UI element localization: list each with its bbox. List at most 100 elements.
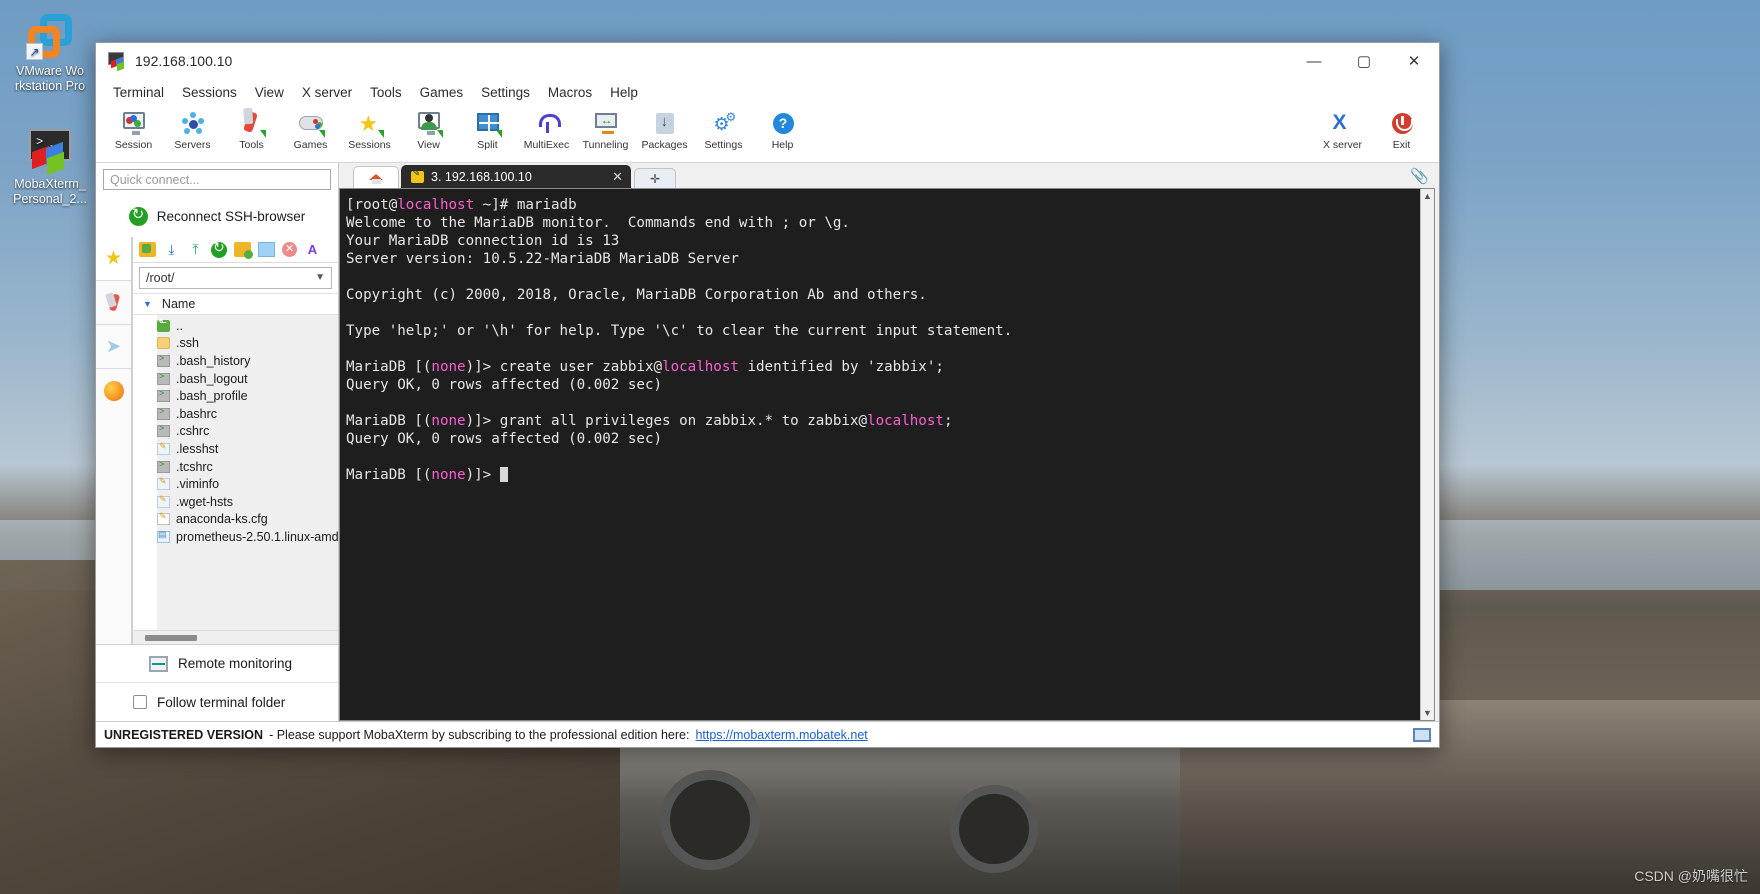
scrollbar-thumb[interactable] bbox=[145, 634, 197, 641]
menu-sessions[interactable]: Sessions bbox=[173, 83, 246, 102]
reconnect-ssh-browser-button[interactable]: Reconnect SSH-browser bbox=[96, 195, 338, 237]
list-item[interactable]: .lesshst bbox=[133, 440, 338, 458]
menu-x-server[interactable]: X server bbox=[293, 83, 361, 102]
folder-up-icon[interactable] bbox=[139, 242, 156, 257]
toolbar-x-server-button[interactable]: X X server bbox=[1313, 107, 1372, 152]
toolbar-packages-button[interactable]: Packages bbox=[635, 107, 694, 151]
toolbar-games-button[interactable]: Games bbox=[281, 107, 340, 151]
list-item[interactable]: .tcshrc bbox=[133, 458, 338, 476]
terminal-tab-active[interactable]: 3. 192.168.100.10 ✕ bbox=[401, 165, 631, 188]
delete-icon[interactable]: ✕ bbox=[282, 242, 297, 257]
menubar: Terminal Sessions View X server Tools Ga… bbox=[96, 79, 1439, 105]
list-item[interactable]: .bash_history bbox=[133, 352, 338, 370]
list-item[interactable]: anaconda-ks.cfg bbox=[133, 511, 338, 529]
file-list-hscrollbar[interactable] bbox=[133, 630, 338, 644]
sort-arrow-icon[interactable]: ▼ bbox=[143, 299, 152, 309]
file-name: .ssh bbox=[176, 336, 199, 351]
file-list[interactable]: .. .ssh .bash_history .bash_logout bbox=[133, 315, 338, 630]
sidebar-tab-tools[interactable] bbox=[96, 281, 131, 325]
chevron-down-icon[interactable]: ▼ bbox=[315, 272, 325, 283]
toolbar-session-button[interactable]: Session bbox=[104, 107, 163, 151]
list-item[interactable]: .ssh bbox=[133, 335, 338, 353]
terminal-line: Welcome to the MariaDB monitor. Commands… bbox=[346, 214, 1420, 232]
toolbar-label: Games bbox=[293, 139, 328, 151]
menu-macros[interactable]: Macros bbox=[539, 83, 601, 102]
home-tab[interactable] bbox=[353, 166, 399, 188]
upload-icon[interactable]: ⤒ bbox=[187, 242, 204, 257]
scroll-down-icon[interactable]: ▼ bbox=[1423, 708, 1432, 718]
desktop-icon-vmware[interactable]: ↗ VMware Wo rkstation Pro bbox=[4, 12, 96, 94]
new-file-icon[interactable] bbox=[258, 242, 275, 257]
toolbar-split-button[interactable]: Split bbox=[458, 107, 517, 151]
terminal-text: [root@ bbox=[346, 197, 398, 213]
list-item[interactable]: .bash_logout bbox=[133, 370, 338, 388]
toolbar-multiexec-button[interactable]: MultiExec bbox=[517, 107, 576, 151]
toolbar-settings-button[interactable]: ⚙ ⚙ Settings bbox=[694, 107, 753, 151]
refresh-icon[interactable] bbox=[211, 239, 227, 258]
follow-terminal-folder-label: Follow terminal folder bbox=[157, 694, 286, 710]
toolbar-exit-button[interactable]: Exit bbox=[1372, 107, 1431, 151]
list-item[interactable]: .bash_profile bbox=[133, 387, 338, 405]
terminal-scrollbar[interactable]: ▲ ▼ bbox=[1420, 189, 1434, 720]
list-item[interactable]: .bashrc bbox=[133, 405, 338, 423]
file-name: .cshrc bbox=[176, 424, 210, 439]
menu-help[interactable]: Help bbox=[601, 83, 647, 102]
terminal-highlight: none bbox=[431, 413, 466, 429]
attachment-icon[interactable]: 📎 bbox=[1410, 167, 1429, 185]
column-header-name[interactable]: Name bbox=[162, 297, 195, 311]
toolbar-tunneling-button[interactable]: Tunneling bbox=[576, 107, 635, 151]
close-button[interactable]: ✕ bbox=[1389, 43, 1439, 79]
toolbar-label: Help bbox=[771, 139, 794, 151]
list-item[interactable]: .viminfo bbox=[133, 475, 338, 493]
sidebar-tab-globe[interactable] bbox=[96, 369, 131, 413]
terminal-output[interactable]: [root@localhost ~]# mariadb Welcome to th… bbox=[340, 189, 1420, 720]
terminal-line: Server version: 10.5.22-MariaDB MariaDB … bbox=[346, 250, 1420, 268]
toolbar-help-button[interactable]: ? Help bbox=[753, 107, 812, 151]
display-status-icon[interactable] bbox=[1413, 727, 1431, 742]
toolbar-sessions-button[interactable]: ★ Sessions bbox=[340, 107, 399, 152]
mobaxterm-link[interactable]: https://mobaxterm.mobatek.net bbox=[695, 728, 867, 742]
follow-terminal-folder-row[interactable]: Follow terminal folder bbox=[96, 683, 338, 721]
menu-settings[interactable]: Settings bbox=[472, 83, 539, 102]
close-icon[interactable]: ✕ bbox=[612, 169, 623, 185]
menu-view[interactable]: View bbox=[246, 83, 293, 102]
list-item[interactable]: .wget-hsts bbox=[133, 493, 338, 511]
new-tab-button[interactable]: ✛ bbox=[634, 168, 676, 188]
desktop-icon-mobaxterm[interactable]: MobaXterm_ Personal_2... bbox=[4, 125, 96, 207]
scrollbar-track[interactable] bbox=[1421, 201, 1434, 708]
font-icon[interactable]: A bbox=[304, 242, 321, 257]
tab-strip: 3. 192.168.100.10 ✕ ✛ 📎 bbox=[339, 163, 1439, 188]
follow-terminal-folder-checkbox[interactable] bbox=[133, 695, 147, 709]
terminal-area: 3. 192.168.100.10 ✕ ✛ 📎 [root@localhost … bbox=[339, 163, 1439, 721]
folder-up-icon bbox=[157, 316, 170, 332]
list-item[interactable]: prometheus-2.50.1.linux-amd64 bbox=[133, 528, 338, 546]
menu-games[interactable]: Games bbox=[411, 83, 473, 102]
minimize-button[interactable]: — bbox=[1289, 43, 1339, 79]
script-file-icon bbox=[157, 353, 170, 367]
file-name: .wget-hsts bbox=[176, 494, 233, 509]
vmware-icon: ↗ bbox=[26, 12, 74, 60]
list-item[interactable]: .. bbox=[133, 316, 338, 335]
toolbar-view-button[interactable]: View bbox=[399, 107, 458, 151]
sidebar-tab-sessions[interactable]: ★ bbox=[96, 237, 131, 281]
new-folder-icon[interactable] bbox=[234, 242, 253, 259]
terminal-line: Copyright (c) 2000, 2018, Oracle, MariaD… bbox=[346, 286, 1420, 304]
toolbar-servers-button[interactable]: Servers bbox=[163, 107, 222, 151]
file-name: anaconda-ks.cfg bbox=[176, 512, 268, 527]
maximize-button[interactable]: ▢ bbox=[1339, 43, 1389, 79]
sidebar-tab-macros[interactable]: ➤ bbox=[96, 325, 131, 369]
path-input[interactable]: /root/ ▼ bbox=[139, 267, 332, 289]
download-icon[interactable]: ⤓ bbox=[163, 242, 180, 257]
settings-gear-icon: ⚙ ⚙ bbox=[713, 110, 737, 134]
menu-terminal[interactable]: Terminal bbox=[104, 83, 173, 102]
terminal-text: ; bbox=[943, 413, 953, 429]
list-item[interactable]: .cshrc bbox=[133, 423, 338, 441]
remote-monitoring-button[interactable]: Remote monitoring bbox=[96, 645, 338, 683]
file-browser-toolbar: ⤓ ⤒ ✕ A bbox=[133, 237, 338, 263]
quick-connect-input[interactable]: Quick connect... bbox=[103, 169, 331, 190]
toolbar-tools-button[interactable]: Tools bbox=[222, 107, 281, 151]
menu-tools[interactable]: Tools bbox=[361, 83, 411, 102]
scroll-up-icon[interactable]: ▲ bbox=[1423, 191, 1432, 201]
